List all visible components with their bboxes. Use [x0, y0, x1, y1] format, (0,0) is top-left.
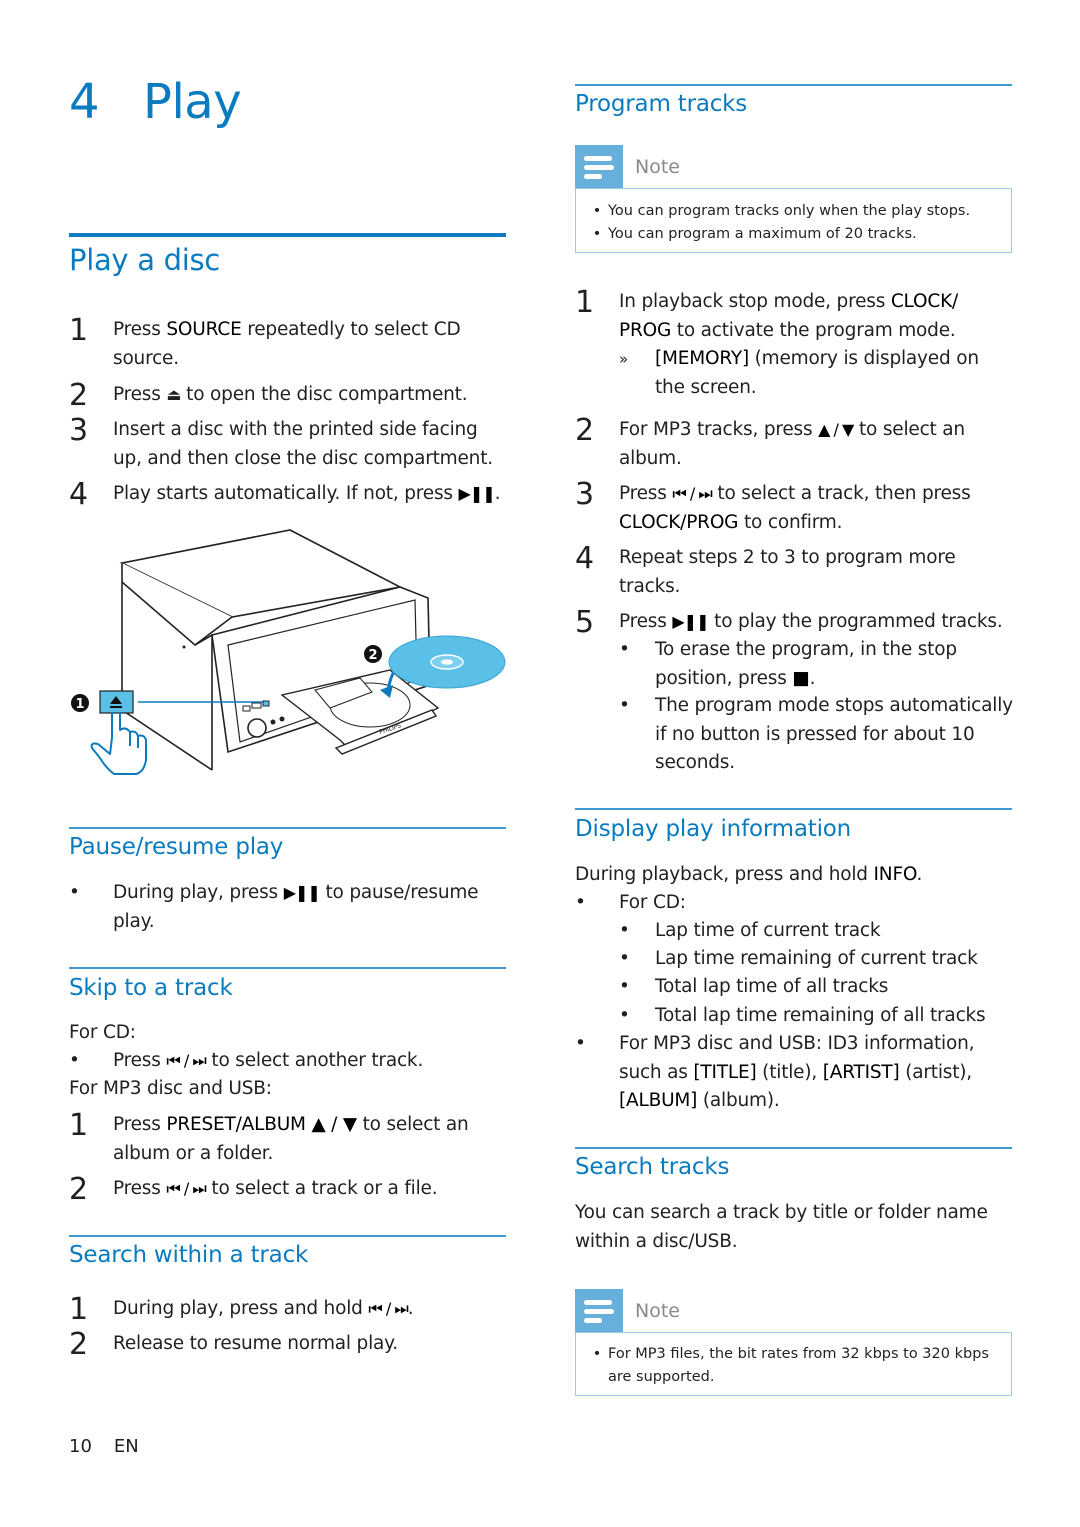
section-title-program-tracks: Program tracks [575, 91, 748, 117]
list-item: 3 Insert a disc with the printed side fa… [69, 413, 493, 469]
play-pause-icon: ▶❚❚ [283, 883, 321, 902]
list-item: • The program mode stops automatically i… [619, 695, 1013, 773]
list-item: 2 For MP3 tracks, press ▲ / ▼ to select … [575, 413, 965, 469]
note-header: Note [575, 145, 680, 189]
list-item: 1 Press PRESET/ALBUM ▲ / ▼ to select an … [69, 1108, 469, 1164]
note-item: • You can program tracks only when the pl… [592, 203, 971, 219]
section-divider [69, 1235, 506, 1237]
section-divider [575, 1147, 1012, 1149]
eject-icon: ⏏ [166, 385, 181, 404]
chapter-number: 4 [69, 74, 100, 130]
section-title-pause-resume: Pause/resume play [69, 834, 284, 860]
note-header: Note [575, 1289, 680, 1333]
note-box: • For MP3 files, the bit rates from 32 kb… [575, 1332, 1012, 1396]
list-item: 4 Repeat steps 2 to 3 to program more tr… [575, 541, 956, 597]
list-item: • To erase the program, in the stop posi… [619, 639, 957, 689]
note-item: • You can program a maximum of 20 tracks. [592, 225, 917, 242]
list-item: • Press ⏮ / ⏭ to select another track. [69, 1050, 424, 1071]
list-item: • For MP3 disc and USB: ID3 information,… [575, 1033, 975, 1111]
paragraph: You can search a track by title or folde… [575, 1202, 988, 1252]
svg-text:1: 1 [75, 697, 84, 712]
chapter-name: Play [143, 74, 242, 130]
note-box: • You can program tracks only when the pl… [575, 188, 1012, 253]
play-pause-icon: ▶❚❚ [672, 612, 709, 631]
list-item: 1 During play, press and hold ⏮ / ⏭. [69, 1292, 414, 1327]
prev-next-icon: ⏮ / ⏭ [368, 1299, 408, 1318]
up-down-icon: ▲ / ▼ [818, 420, 854, 439]
list-item: • Lap time of current track [619, 920, 881, 941]
list-item: 1 In playback stop mode, press CLOCK/ PR… [575, 285, 959, 341]
note-icon [575, 1289, 623, 1333]
key-info: INFO [873, 864, 917, 885]
key-preset-album: PRESET/ALBUM ▲ / ▼ [166, 1114, 357, 1135]
svg-text:2: 2 [368, 648, 377, 663]
stop-icon: ■ [792, 667, 810, 689]
section-title-search-tracks: Search tracks [575, 1154, 730, 1180]
prev-next-icon: ⏮ / ⏭ [672, 484, 712, 503]
volume-knob [247, 718, 267, 738]
disc-player-illustration: PHILIPS 2 1 [71, 529, 506, 775]
list-item: 1 Press SOURCE repeatedly to select CD s… [69, 313, 461, 369]
label-for-cd: For CD: [69, 1022, 136, 1043]
section-title-skip-track: Skip to a track [69, 975, 233, 1001]
list-item: • During play, press ▶❚❚ to pause/resume… [69, 882, 479, 932]
play-pause-icon: ▶❚❚ [458, 484, 496, 503]
eject-button-highlight [262, 700, 270, 707]
list-item: 2 Press ⏏ to open the disc compartment. [69, 378, 468, 413]
section-divider [575, 84, 1012, 86]
list-item: • Lap time remaining of current track [619, 948, 978, 969]
list-item: 3 Press ⏮ / ⏭ to select a track, then pr… [575, 477, 971, 533]
list-item: 2 Release to resume normal play. [69, 1327, 398, 1362]
paragraph: During playback, press and hold INFO. [575, 864, 923, 885]
section-title-play-disc: Play a disc [69, 243, 220, 277]
note-item: • For MP3 files, the bit rates from 32 kb… [592, 1346, 989, 1385]
language-code: EN [113, 1436, 139, 1457]
page-footer: 10 EN [69, 1436, 139, 1457]
page-number: 10 [69, 1436, 92, 1457]
section-divider [69, 967, 506, 969]
list-item: 2 Press ⏮ / ⏭ to select a track or a fil… [69, 1172, 438, 1207]
list-item: • Total lap time of all tracks [619, 976, 889, 997]
list-item: 4 Play starts automatically. If not, pre… [69, 477, 501, 512]
section-divider [69, 233, 506, 237]
section-title-display-info: Display play information [575, 816, 852, 842]
list-item: • For CD: [575, 892, 686, 913]
section-divider [69, 827, 506, 829]
section-divider [575, 808, 1012, 810]
key-clock-prog: CLOCK/PROG [619, 511, 739, 533]
list-item: • Total lap time remaining of all tracks [619, 1005, 986, 1026]
result-item: » [MEMORY] (memory is displayed on the s… [619, 348, 979, 398]
key-source: SOURCE [166, 319, 242, 340]
prev-next-icon: ⏮ / ⏭ [166, 1051, 206, 1070]
list-item: 5 Press ▶❚❚ to play the programmed track… [575, 605, 1003, 640]
note-icon [575, 145, 623, 189]
label-for-mp3: For MP3 disc and USB: [69, 1078, 272, 1099]
prev-next-icon: ⏮ / ⏭ [166, 1179, 206, 1198]
section-title-search-within: Search within a track [69, 1242, 309, 1268]
chapter-title: 4 Play [69, 74, 242, 130]
